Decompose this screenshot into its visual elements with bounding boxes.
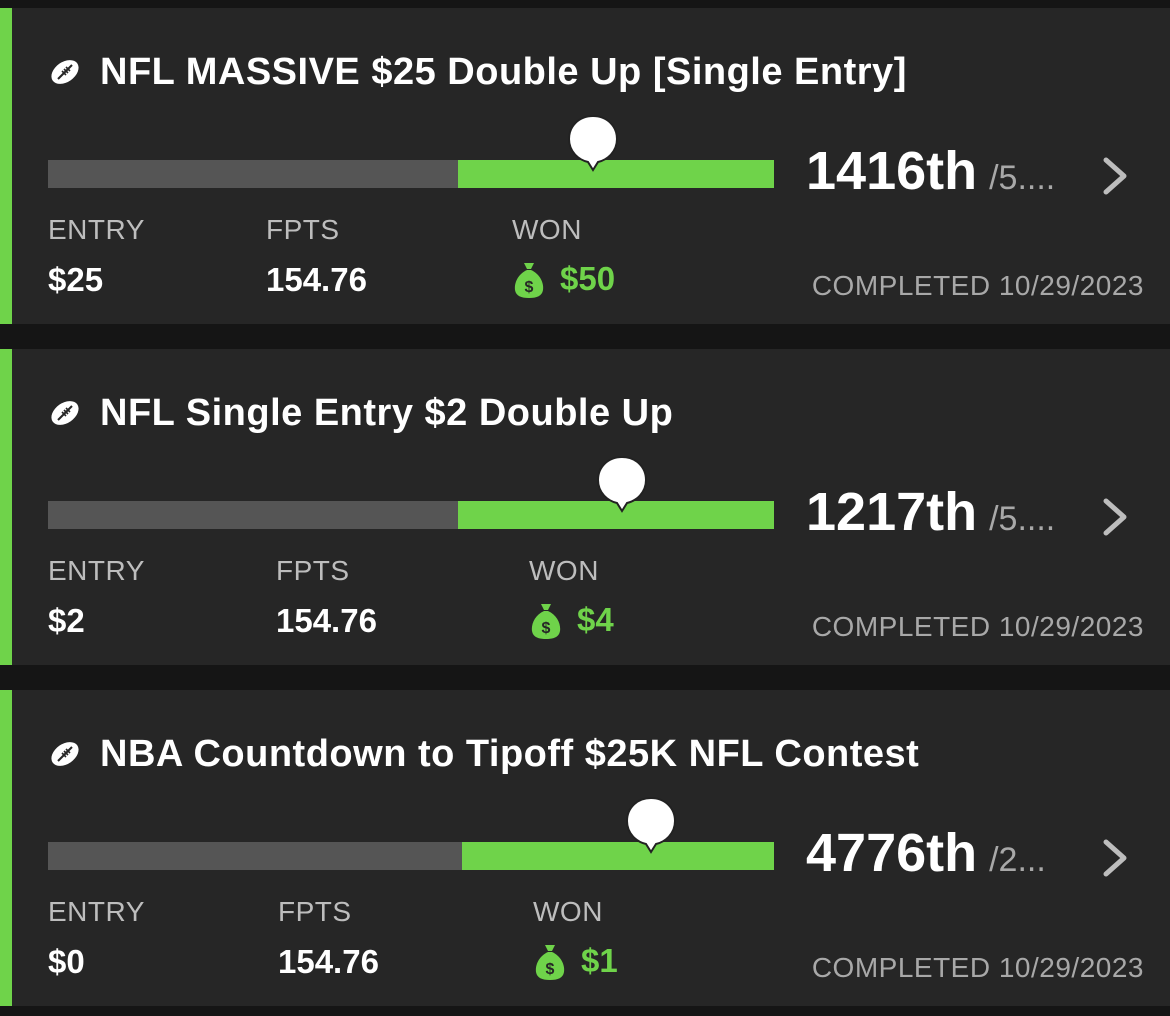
- rank-total: /5....: [989, 159, 1056, 197]
- fpts-label: FPTS: [266, 214, 340, 245]
- rank-place: 1217th: [806, 482, 978, 542]
- won-label: WON: [512, 214, 582, 245]
- won-value: $ $4: [529, 600, 614, 640]
- completed-date: COMPLETED 10/29/2023: [811, 952, 1144, 983]
- rank-place: 4776th: [806, 823, 978, 883]
- card-accent-bar: [0, 690, 12, 1006]
- svg-text:$: $: [542, 620, 551, 637]
- rank-total: /5....: [989, 500, 1056, 538]
- position-marker-icon: [567, 114, 619, 172]
- entry-label: ENTRY: [48, 555, 145, 586]
- svg-text:$: $: [546, 961, 555, 978]
- contest-title-row: NFL Single Entry $2 Double Up: [48, 387, 673, 439]
- fpts-label: FPTS: [278, 896, 352, 927]
- money-bag-icon: $: [535, 945, 565, 980]
- football-icon: [51, 401, 79, 425]
- completed-date: COMPLETED 10/29/2023: [811, 270, 1144, 301]
- rank-display: 4776th /2...: [806, 822, 1046, 884]
- fpts-value: 154.76: [276, 602, 377, 639]
- standing-progress-bar: [48, 455, 774, 529]
- rank-place: 1416th: [806, 141, 978, 201]
- position-marker-icon: [596, 455, 648, 513]
- payout-zone-fill: [462, 842, 774, 870]
- chevron-right-icon[interactable]: [1098, 154, 1132, 198]
- won-value: $ $1: [533, 941, 618, 981]
- won-amount: $4: [577, 601, 614, 638]
- rank-display: 1217th /5....: [806, 481, 1055, 543]
- won-amount: $50: [560, 260, 616, 297]
- entry-label: ENTRY: [48, 896, 145, 927]
- won-label: WON: [529, 555, 599, 586]
- svg-text:$: $: [525, 279, 534, 296]
- chevron-right-icon[interactable]: [1098, 495, 1132, 539]
- football-icon: [51, 742, 79, 766]
- won-amount: $1: [581, 942, 618, 979]
- contest-title-row: NFL MASSIVE $25 Double Up [Single Entry]: [48, 46, 907, 98]
- fpts-value: 154.76: [278, 943, 379, 980]
- entry-label: ENTRY: [48, 214, 145, 245]
- entry-value: $2: [48, 602, 85, 639]
- card-accent-bar: [0, 349, 12, 665]
- contest-card[interactable]: NBA Countdown to Tipoff $25K NFL Contest…: [0, 690, 1170, 1006]
- contest-card[interactable]: NFL Single Entry $2 Double Up 1217th /5.…: [0, 349, 1170, 665]
- contest-results-list: NFL MASSIVE $25 Double Up [Single Entry]…: [0, 0, 1170, 1016]
- completed-date: COMPLETED 10/29/2023: [811, 611, 1144, 642]
- contest-title: NFL MASSIVE $25 Double Up [Single Entry]: [100, 50, 907, 93]
- money-bag-icon: $: [531, 604, 561, 639]
- rank-total: /2...: [989, 841, 1046, 879]
- won-value: $ $50: [512, 259, 615, 299]
- chevron-right-icon[interactable]: [1098, 836, 1132, 880]
- won-label: WON: [533, 896, 603, 927]
- rank-display: 1416th /5....: [806, 140, 1055, 202]
- contest-title: NFL Single Entry $2 Double Up: [100, 391, 674, 434]
- fpts-value: 154.76: [266, 261, 367, 298]
- standing-progress-bar: [48, 796, 774, 870]
- contest-card[interactable]: NFL MASSIVE $25 Double Up [Single Entry]…: [0, 8, 1170, 324]
- entry-value: $0: [48, 943, 85, 980]
- position-marker-icon: [625, 796, 677, 854]
- fpts-label: FPTS: [276, 555, 350, 586]
- contest-title: NBA Countdown to Tipoff $25K NFL Contest: [100, 732, 920, 775]
- entry-value: $25: [48, 261, 104, 298]
- money-bag-icon: $: [514, 263, 544, 298]
- standing-progress-bar: [48, 114, 774, 188]
- card-accent-bar: [0, 8, 12, 324]
- football-icon: [51, 60, 79, 84]
- contest-title-row: NBA Countdown to Tipoff $25K NFL Contest: [48, 728, 919, 780]
